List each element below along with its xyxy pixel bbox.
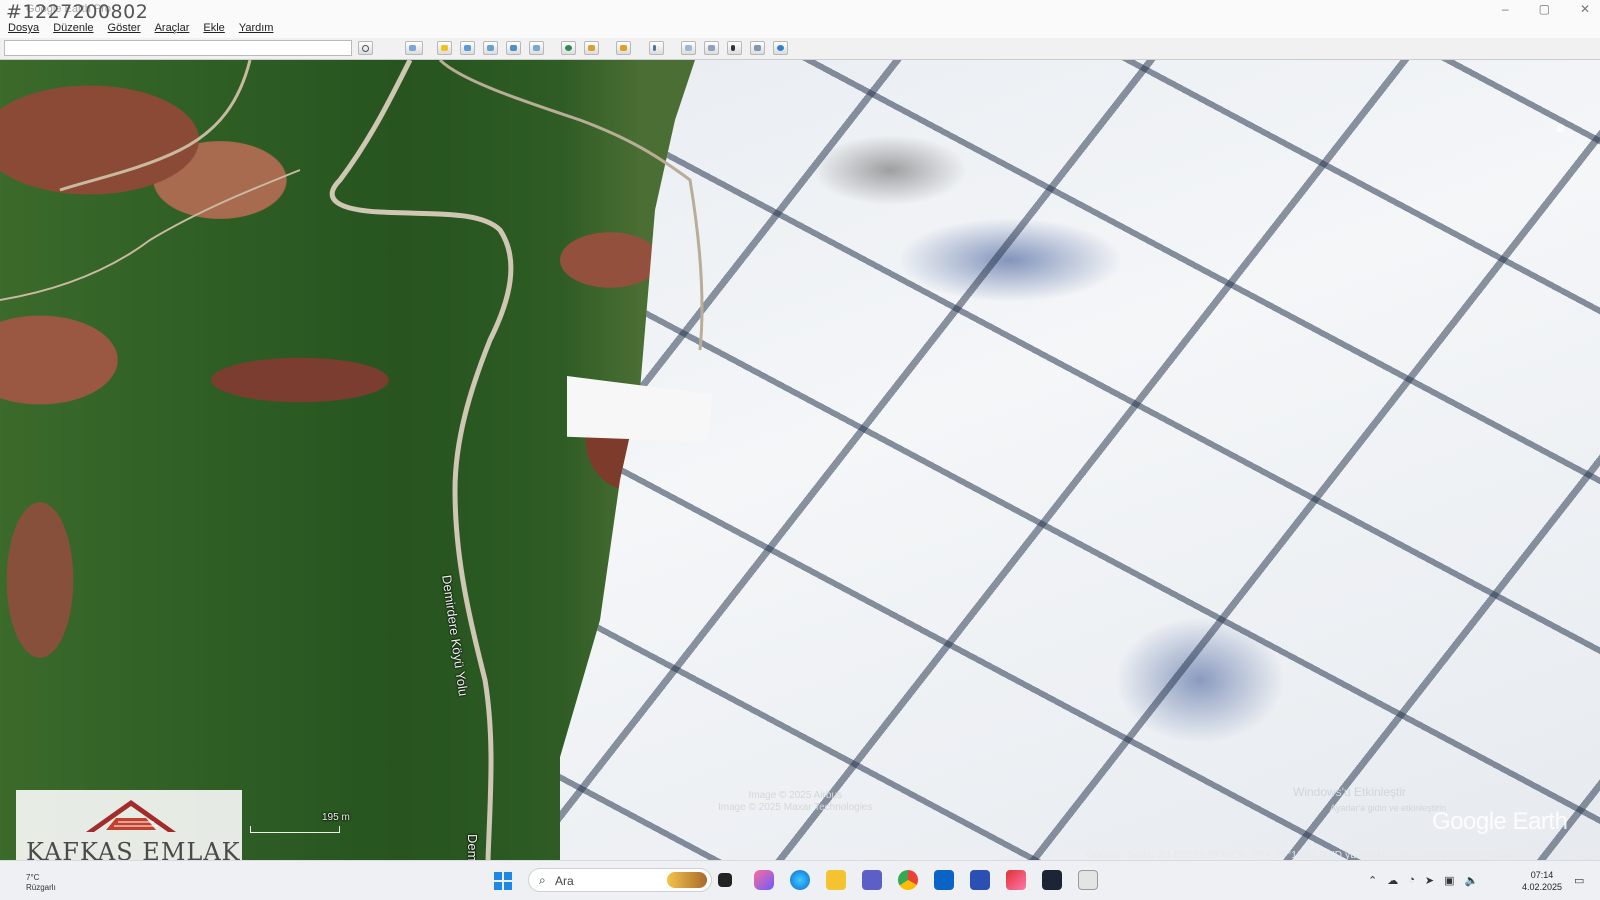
search-input[interactable] (4, 40, 352, 56)
weather-widget[interactable]: 7°C Rüzgarlı (26, 873, 56, 893)
menu-view[interactable]: Göster (108, 22, 141, 38)
teams-icon[interactable] (862, 870, 882, 890)
taskbar-search[interactable]: ⌕ Ara (528, 868, 712, 892)
credit-line: Image © 2025 Airbus (748, 790, 843, 801)
clock-date: 4.02.2025 (1522, 882, 1563, 892)
sunlight-icon[interactable] (584, 41, 599, 55)
close-button[interactable]: ✕ (1580, 2, 1590, 16)
menu-add[interactable]: Ekle (203, 22, 224, 38)
tray-overflow-icon[interactable]: ⌃ (1368, 874, 1377, 887)
location-icon[interactable]: ➤ (1425, 874, 1434, 887)
scale-label: 195 m (322, 812, 350, 823)
snipping-icon[interactable] (1006, 870, 1026, 890)
search-icon: ⌕ (539, 873, 546, 887)
task-view-icon[interactable] (718, 873, 732, 887)
listing-id-watermark: #1227200802 (6, 1, 149, 23)
sync-icon[interactable]: ◔ (1408, 874, 1415, 887)
record-tour-icon[interactable] (529, 41, 544, 55)
road-path (0, 60, 704, 860)
email-icon[interactable] (681, 41, 696, 55)
copilot-icon[interactable] (754, 870, 774, 890)
save-image-icon[interactable] (727, 41, 742, 55)
menu-help[interactable]: Yardım (239, 22, 274, 38)
historical-imagery-icon[interactable] (561, 41, 576, 55)
image-overlay-icon[interactable] (506, 41, 521, 55)
weather-temp: 7°C (26, 873, 40, 882)
edge-icon[interactable] (790, 870, 810, 890)
weather-desc: Rüzgarlı (26, 883, 56, 892)
windows-taskbar: 7°C Rüzgarlı ⌕ Ara ⌃ ☁ ◔ ➤ ▣ 🔈 07:14 4.0… (0, 860, 1600, 900)
activate-windows-title: Windows'u Etkinleştir (1293, 785, 1406, 799)
window-controls: – ▢ ✕ (1502, 2, 1590, 16)
menu-bar: Dosya Düzenle Göster Araçlar Ekle Yardım (0, 22, 1600, 38)
notification-icon[interactable]: ▭ (1574, 874, 1584, 887)
ruler-icon[interactable] (649, 41, 664, 55)
sidebar-toggle-icon[interactable] (405, 41, 423, 55)
search-highlight-icon (667, 872, 707, 888)
menu-file[interactable]: Dosya (8, 22, 39, 38)
house-roof-icon (86, 800, 176, 832)
search-placeholder: Ara (555, 874, 574, 888)
view-in-maps-icon[interactable] (750, 41, 765, 55)
system-tray: ⌃ ☁ ◔ ➤ ▣ 🔈 (1368, 874, 1478, 887)
menu-edit[interactable]: Düzenle (53, 22, 93, 38)
network-icon[interactable]: ▣ (1444, 874, 1454, 887)
search-button[interactable] (358, 41, 373, 55)
imagery-credits: Image © 2025 Airbus Image © 2025 Maxar T… (718, 790, 873, 814)
file-explorer-icon[interactable] (826, 870, 846, 890)
polygon-icon[interactable] (460, 41, 475, 55)
chrome-icon[interactable] (898, 870, 918, 890)
map-view[interactable]: ⊠ (0, 60, 1600, 860)
store-icon[interactable] (970, 870, 990, 890)
volume-icon[interactable]: 🔈 (1465, 874, 1479, 887)
path-icon[interactable] (483, 41, 498, 55)
google-earth-logo: Google Earth (1432, 808, 1568, 835)
print-icon[interactable] (704, 41, 719, 55)
camera-icon[interactable] (1042, 870, 1062, 890)
clock[interactable]: 07:14 4.02.2025 (1522, 869, 1562, 893)
clock-time: 07:14 (1530, 870, 1554, 880)
maximize-button[interactable]: ▢ (1539, 2, 1550, 16)
activate-windows-subtitle: Ayarlar'a gidin ve etkinleştirin (1330, 803, 1447, 813)
compass-icon[interactable]: ⊠ (1556, 124, 1568, 136)
title-bar: Google Earth Pro #1227200802 – ▢ ✕ (0, 0, 1600, 23)
planets-icon[interactable] (616, 41, 631, 55)
outlook-icon[interactable] (934, 870, 954, 890)
scale-bar (250, 826, 340, 833)
placemark-icon[interactable] (437, 41, 452, 55)
minimize-button[interactable]: – (1502, 2, 1509, 16)
credit-line: Image © 2025 Maxar Technologies (718, 802, 873, 813)
google-earth-icon[interactable] (1078, 870, 1098, 890)
onedrive-icon[interactable]: ☁ (1387, 874, 1398, 887)
toolbar (0, 38, 1600, 60)
menu-tools[interactable]: Araçlar (155, 22, 190, 38)
start-button-icon[interactable] (494, 872, 512, 890)
earth-icon[interactable] (773, 41, 788, 55)
